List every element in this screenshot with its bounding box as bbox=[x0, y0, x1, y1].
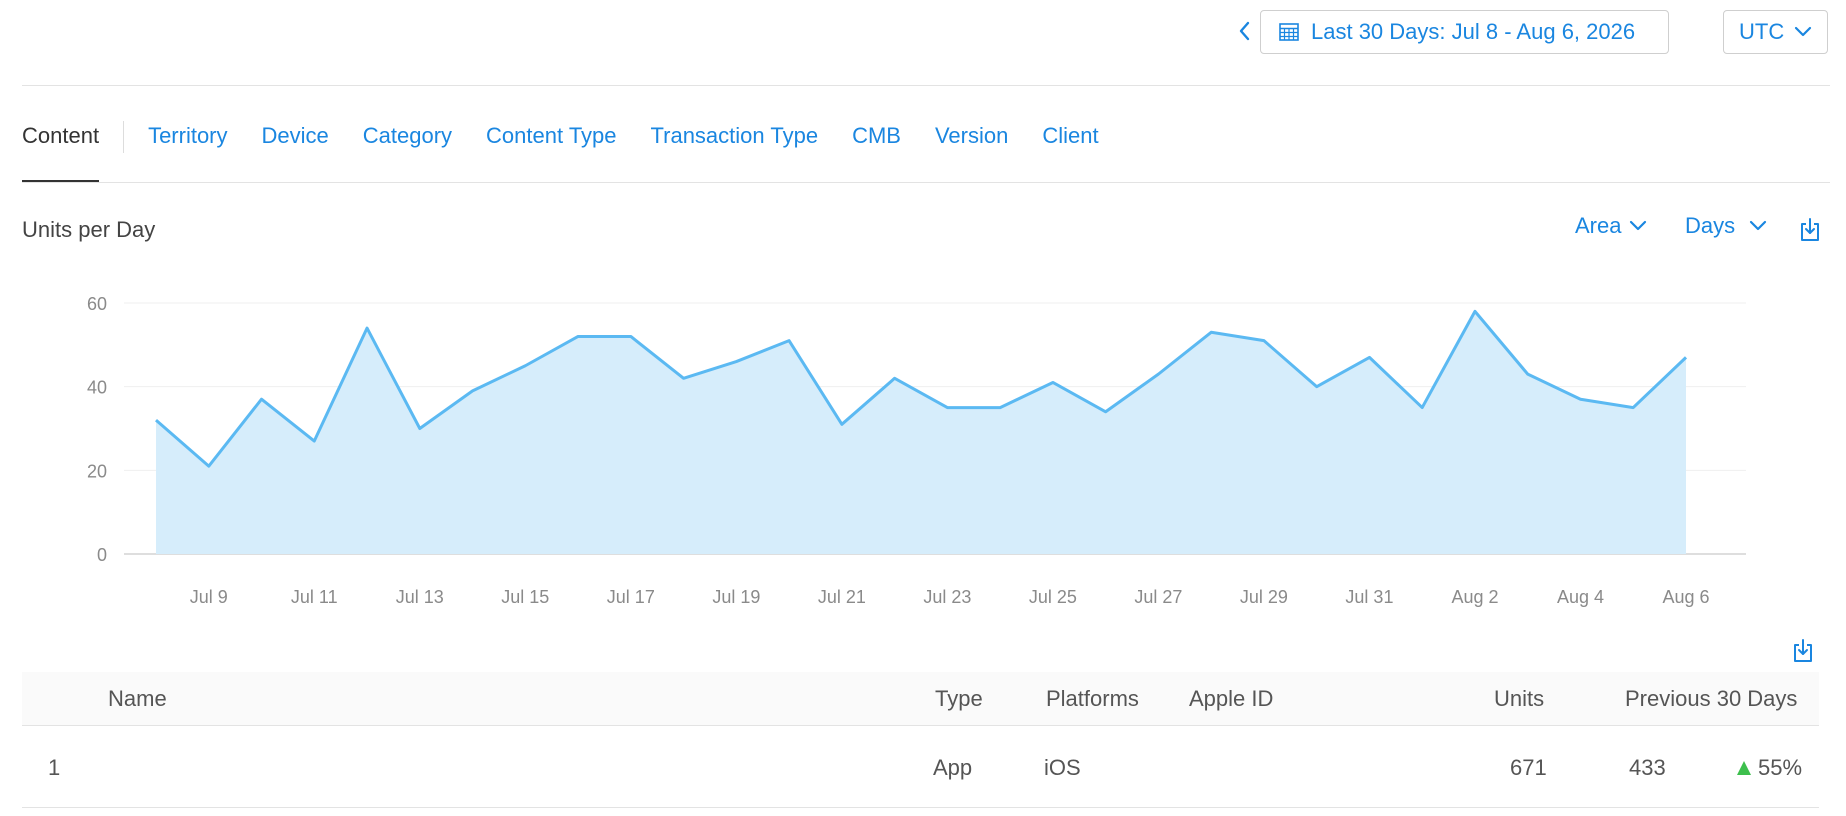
data-point[interactable] bbox=[256, 393, 268, 405]
timezone-select[interactable]: UTC bbox=[1723, 10, 1828, 54]
data-point[interactable] bbox=[941, 402, 953, 414]
data-point[interactable] bbox=[361, 322, 373, 334]
row-change-value: 55% bbox=[1758, 755, 1803, 780]
row-platforms: iOS bbox=[1044, 755, 1081, 780]
sales-analytics-page: Last 30 Days: Jul 8 - Aug 6, 2026 UTC Co… bbox=[0, 0, 1846, 816]
y-tick-label: 20 bbox=[87, 461, 107, 481]
data-point[interactable] bbox=[730, 356, 742, 368]
download-chart-button[interactable] bbox=[1798, 217, 1822, 243]
data-point[interactable] bbox=[1416, 402, 1428, 414]
data-point[interactable] bbox=[519, 360, 531, 372]
data-point[interactable] bbox=[1469, 305, 1481, 317]
x-tick-label: Jul 13 bbox=[396, 587, 444, 607]
tab-territory[interactable]: Territory bbox=[148, 110, 227, 182]
data-point[interactable] bbox=[1574, 393, 1586, 405]
data-point[interactable] bbox=[625, 330, 637, 342]
chevron-down-icon bbox=[1629, 220, 1647, 232]
x-tick-label: Jul 31 bbox=[1345, 587, 1393, 607]
data-point[interactable] bbox=[1680, 351, 1692, 363]
data-point[interactable] bbox=[203, 460, 215, 472]
data-point[interactable] bbox=[1311, 381, 1323, 393]
row-previous: 433 bbox=[1629, 755, 1666, 780]
tab-device[interactable]: Device bbox=[262, 110, 329, 182]
previous-period-button[interactable] bbox=[1233, 18, 1255, 44]
x-tick-label: Jul 27 bbox=[1134, 587, 1182, 607]
x-tick-label: Jul 11 bbox=[291, 587, 338, 607]
tabs-divider bbox=[22, 182, 1830, 183]
date-range-label: Last 30 Days: Jul 8 - Aug 6, 2026 bbox=[1311, 19, 1636, 44]
column-header-units[interactable]: Units bbox=[1494, 686, 1544, 712]
table-header: Name Type Platforms Apple ID Units Previ… bbox=[22, 672, 1819, 726]
data-point[interactable] bbox=[308, 435, 320, 447]
x-tick-label: Aug 4 bbox=[1557, 587, 1604, 607]
x-tick-label: Jul 19 bbox=[712, 587, 760, 607]
y-tick-label: 60 bbox=[87, 294, 107, 314]
header-divider bbox=[22, 85, 1830, 86]
x-tick-label: Jul 17 bbox=[607, 587, 655, 607]
data-point[interactable] bbox=[678, 372, 690, 384]
data-point[interactable] bbox=[414, 423, 426, 435]
download-icon bbox=[1794, 639, 1812, 662]
column-header-name[interactable]: Name bbox=[108, 686, 167, 712]
data-point[interactable] bbox=[467, 385, 479, 397]
data-point[interactable] bbox=[1522, 368, 1534, 380]
data-point[interactable] bbox=[150, 414, 162, 426]
data-point[interactable] bbox=[572, 330, 584, 342]
chevron-down-icon bbox=[1794, 26, 1812, 38]
download-icon bbox=[1801, 218, 1819, 241]
timezone-label: UTC bbox=[1739, 19, 1785, 44]
column-header-previous-30-days[interactable]: Previous 30 Days bbox=[1625, 686, 1797, 712]
tab-category[interactable]: Category bbox=[363, 110, 452, 182]
x-tick-label: Aug 2 bbox=[1451, 587, 1498, 607]
x-tick-label: Jul 21 bbox=[818, 587, 866, 607]
table-row[interactable]: 1 App iOS 671 433 55% bbox=[22, 726, 1819, 808]
row-rank: 1 bbox=[48, 755, 61, 780]
y-tick-label: 40 bbox=[87, 378, 107, 398]
row-type: App bbox=[933, 755, 973, 780]
tab-cmb[interactable]: CMB bbox=[852, 110, 901, 182]
data-point[interactable] bbox=[994, 402, 1006, 414]
chart-period-label: Days bbox=[1685, 213, 1736, 238]
chevron-left-icon bbox=[1239, 21, 1250, 41]
chevron-down-icon bbox=[1749, 220, 1767, 232]
tab-client[interactable]: Client bbox=[1042, 110, 1098, 182]
row-units: 671 bbox=[1510, 755, 1547, 780]
dimension-tabs: Content Territory Device Category Conten… bbox=[22, 110, 1099, 182]
tab-transaction-type[interactable]: Transaction Type bbox=[651, 110, 819, 182]
chart-title: Units per Day bbox=[22, 217, 156, 242]
x-tick-label: Aug 6 bbox=[1662, 587, 1709, 607]
tab-content-type[interactable]: Content Type bbox=[486, 110, 616, 182]
data-point[interactable] bbox=[783, 335, 795, 347]
tab-separator bbox=[123, 121, 125, 153]
date-range-picker[interactable]: Last 30 Days: Jul 8 - Aug 6, 2026 bbox=[1260, 10, 1669, 54]
tab-content[interactable]: Content bbox=[22, 110, 100, 182]
data-point[interactable] bbox=[1152, 368, 1164, 380]
triangle-up-icon bbox=[1736, 760, 1752, 776]
download-table-button[interactable] bbox=[1791, 638, 1815, 664]
calendar-icon bbox=[1279, 22, 1299, 42]
data-point[interactable] bbox=[1258, 335, 1270, 347]
x-tick-label: Jul 23 bbox=[923, 587, 971, 607]
column-header-platforms[interactable]: Platforms bbox=[1046, 686, 1139, 712]
x-tick-label: Jul 9 bbox=[190, 587, 228, 607]
units-per-day-chart: 0 20 40 60 Jul 9 Jul 11 Jul 13 Jul 15 Jul 17 Jul… bbox=[87, 294, 1746, 607]
data-point[interactable] bbox=[1100, 406, 1112, 418]
chart-period-select[interactable]: Days bbox=[1685, 213, 1767, 239]
x-tick-label: Jul 25 bbox=[1029, 587, 1077, 607]
data-point[interactable] bbox=[1047, 376, 1059, 388]
chart-type-select[interactable]: Area bbox=[1575, 213, 1647, 239]
data-point[interactable] bbox=[1627, 402, 1639, 414]
data-point[interactable] bbox=[889, 372, 901, 384]
column-header-type[interactable]: Type bbox=[935, 686, 983, 712]
row-change: 55% bbox=[1736, 755, 1802, 781]
data-point[interactable] bbox=[1205, 326, 1217, 338]
data-point[interactable] bbox=[1363, 351, 1375, 363]
y-tick-label: 0 bbox=[97, 545, 107, 565]
data-point[interactable] bbox=[836, 418, 848, 430]
x-tick-label: Jul 29 bbox=[1240, 587, 1288, 607]
x-tick-label: Jul 15 bbox=[501, 587, 549, 607]
chart-type-label: Area bbox=[1575, 213, 1622, 238]
column-header-apple-id[interactable]: Apple ID bbox=[1189, 686, 1273, 712]
tab-version[interactable]: Version bbox=[935, 110, 1008, 182]
